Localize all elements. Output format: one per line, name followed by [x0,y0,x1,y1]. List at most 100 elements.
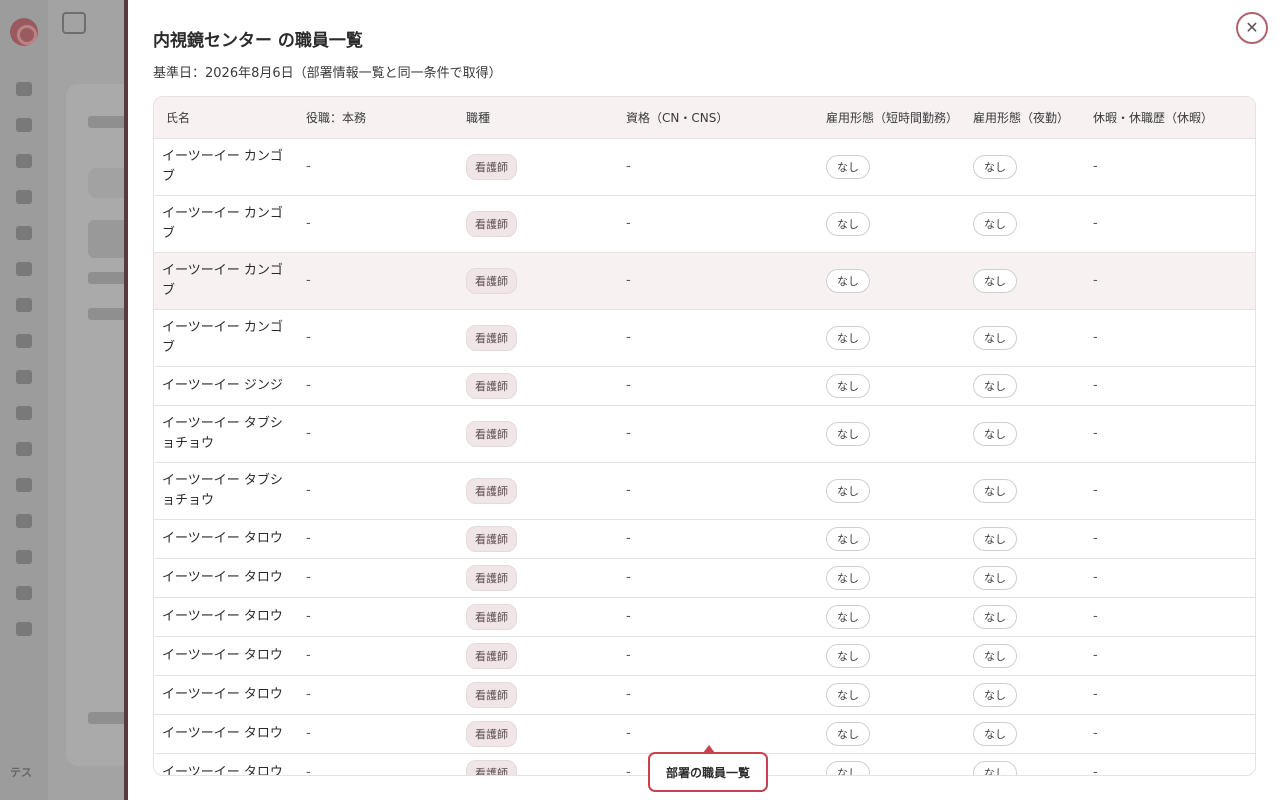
qualification-value: - [626,159,631,174]
nav-icon [16,226,32,240]
drawer-title: 内視鏡センター の職員一覧 [153,31,363,51]
nav-icon [16,514,32,528]
night-shift-badge: なし [973,721,1017,746]
table-row[interactable]: イーツーイー カンゴブ - 看護師 - なし なし - [154,138,1255,196]
table-cell: 看護師 [458,597,618,637]
qualification-value: - [626,330,631,345]
table-cell: なし [965,636,1085,676]
table-cell: なし [965,309,1085,367]
staff-name: イーツーイー タロウ [162,686,283,702]
table-row[interactable]: イーツーイー タロウ - 看護師 - なし なし - [154,675,1255,715]
staff-name: イーツーイー タロウ [162,608,283,624]
staff-name: イーツーイー カンゴブ [162,205,283,241]
table-cell: なし [965,366,1085,406]
table-cell: なし [965,195,1085,253]
table-cell: - [1085,675,1255,715]
close-button[interactable]: ✕ [1236,12,1268,44]
table-cell: - [1085,366,1255,406]
table-cell: - [298,558,458,598]
table-cell: なし [965,519,1085,559]
short-time-badge: なし [826,211,870,236]
job-badge: 看護師 [466,525,517,552]
table-row[interactable]: イーツーイー ジンジ - 看護師 - なし なし - [154,366,1255,406]
table-cell: なし [818,462,965,520]
table-cell: 看護師 [458,558,618,598]
table-cell: - [618,636,818,676]
leave-value: - [1093,726,1098,741]
night-shift-badge: なし [973,526,1017,551]
background-list-item [88,272,128,284]
table-cell: 看護師 [458,675,618,715]
table-row[interactable]: イーツーイー カンゴブ - 看護師 - なし なし - [154,252,1255,310]
staff-name: イーツーイー タロウ [162,530,283,546]
short-time-badge: なし [826,526,870,551]
night-shift-badge: なし [973,325,1017,350]
table-cell: - [298,366,458,406]
table-row[interactable]: イーツーイー タロウ - 看護師 - なし なし - [154,636,1255,676]
job-badge: 看護師 [466,564,517,591]
table-cell: イーツーイー タブショチョウ [154,405,298,463]
table-row[interactable]: イーツーイー タロウ - 看護師 - なし なし - [154,519,1255,559]
leave-value: - [1093,609,1098,624]
table-cell: イーツーイー カンゴブ [154,195,298,253]
short-time-badge: なし [826,373,870,398]
table-cell: - [618,309,818,367]
short-time-badge: なし [826,760,870,775]
table-cell: - [1085,462,1255,520]
table-cell: - [618,558,818,598]
table-cell: 看護師 [458,138,618,196]
leave-value: - [1093,426,1098,441]
table-cell: - [298,405,458,463]
table-cell: イーツーイー タロウ [154,675,298,715]
position-value: - [306,159,311,174]
night-shift-badge: なし [973,604,1017,629]
leave-value: - [1093,483,1098,498]
table-cell: なし [965,753,1085,775]
short-time-badge: なし [826,643,870,668]
table-cell: - [298,675,458,715]
table-cell: イーツーイー タロウ [154,558,298,598]
short-time-badge: なし [826,154,870,179]
table-row[interactable]: イーツーイー タロウ - 看護師 - なし なし - [154,558,1255,598]
qualification-value: - [626,726,631,741]
nav-icon [16,82,32,96]
column-header-job: 職種 [458,97,618,139]
table-cell: - [298,636,458,676]
table-cell: - [298,195,458,253]
column-header-qualification: 資格（CN・CNS） [618,97,818,139]
table-cell: 看護師 [458,252,618,310]
qualification-value: - [626,273,631,288]
table-cell: イーツーイー タロウ [154,597,298,637]
staff-name: イーツーイー タブショチョウ [162,472,283,508]
table-cell: イーツーイー タロウ [154,636,298,676]
table-cell: 看護師 [458,462,618,520]
table-row[interactable]: イーツーイー タブショチョウ - 看護師 - なし なし - [154,462,1255,520]
night-shift-badge: なし [973,421,1017,446]
table-cell: - [618,462,818,520]
column-header-short-time: 雇用形態（短時間勤務） [818,97,965,139]
table-row[interactable]: イーツーイー カンゴブ - 看護師 - なし なし - [154,195,1255,253]
table-cell: 看護師 [458,636,618,676]
short-time-badge: なし [826,604,870,629]
table-row[interactable]: イーツーイー タロウ - 看護師 - なし なし - [154,597,1255,637]
job-badge: 看護師 [466,720,517,747]
staff-name: イーツーイー カンゴブ [162,262,283,298]
table-cell: 看護師 [458,309,618,367]
table-row[interactable]: イーツーイー カンゴブ - 看護師 - なし なし - [154,309,1255,367]
position-value: - [306,570,311,585]
table-cell: - [298,309,458,367]
table-row[interactable]: イーツーイー タブショチョウ - 看護師 - なし なし - [154,405,1255,463]
table-cell: なし [818,366,965,406]
user-avatar: テス [10,766,32,779]
table-cell: - [1085,519,1255,559]
table-cell: なし [818,753,965,775]
table-cell: 看護師 [458,519,618,559]
table-cell: - [298,753,458,775]
leave-value: - [1093,531,1098,546]
table-cell: なし [818,597,965,637]
leave-value: - [1093,159,1098,174]
table-cell: 看護師 [458,195,618,253]
table-cell: なし [818,558,965,598]
job-badge: 看護師 [466,153,517,180]
table-cell: なし [965,714,1085,754]
